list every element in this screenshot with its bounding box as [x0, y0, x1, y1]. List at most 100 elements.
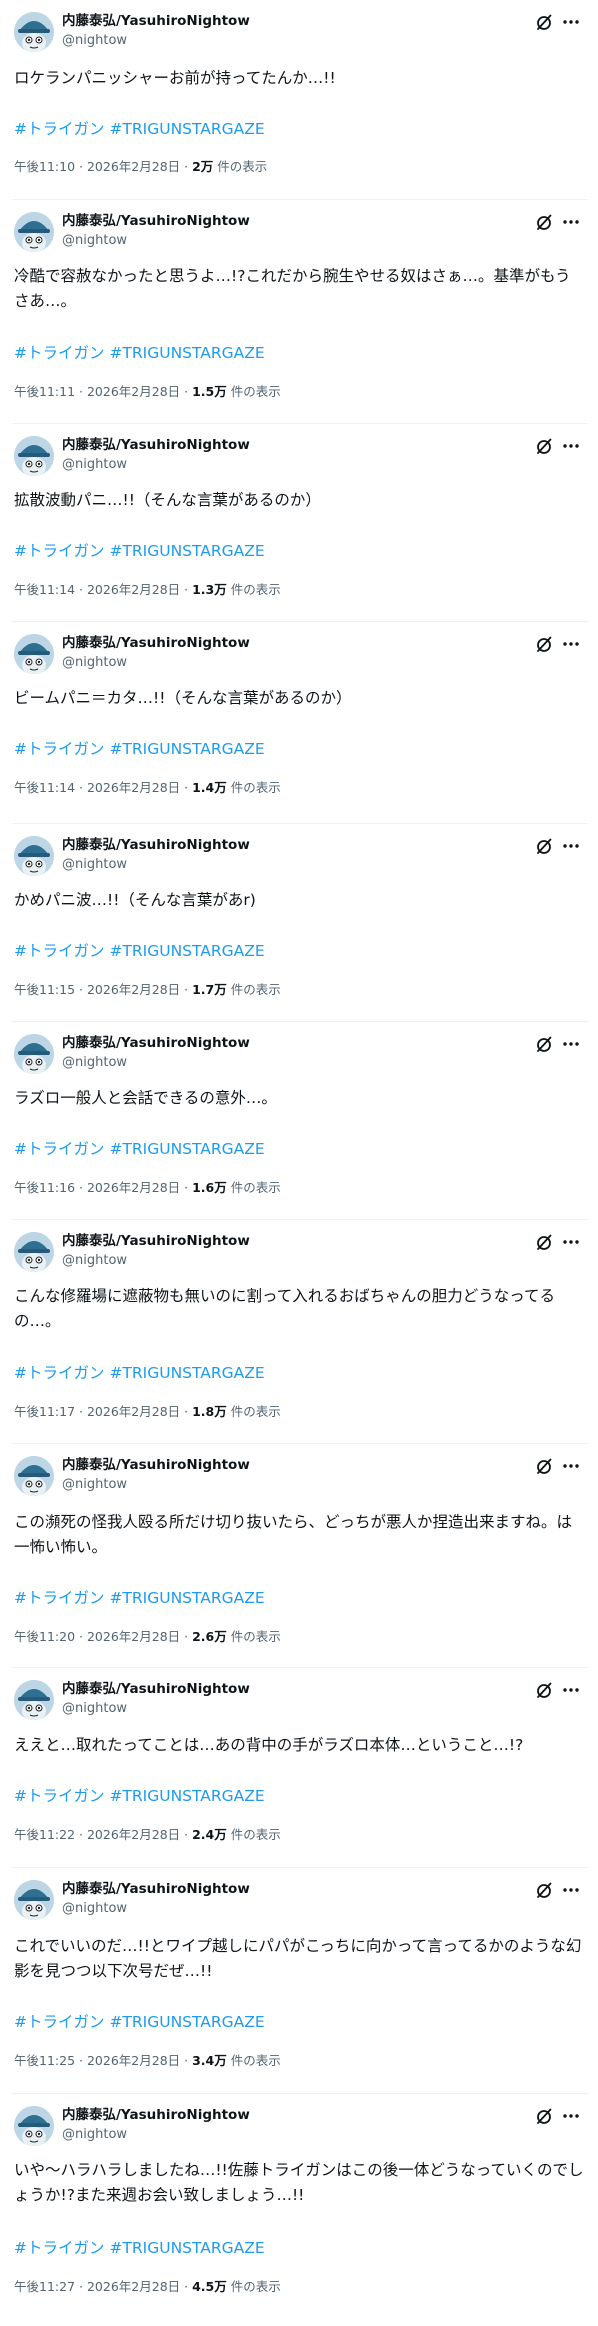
more-button[interactable] — [560, 634, 582, 654]
tweet-date[interactable]: 2026年2月28日 — [87, 780, 180, 795]
grok-button[interactable] — [534, 836, 554, 856]
tweet-time[interactable]: 午後11:14 — [14, 582, 75, 597]
display-name[interactable]: 内藤泰弘/YasuhiroNightow — [62, 2107, 250, 2124]
tweet-date[interactable]: 2026年2月28日 — [87, 582, 180, 597]
tweet-time[interactable]: 午後11:20 — [14, 1629, 75, 1644]
more-button[interactable] — [560, 12, 582, 32]
hashtag-link[interactable]: #TRIGUNSTARGAZE — [109, 120, 264, 138]
hashtag-link[interactable]: #TRIGUNSTARGAZE — [109, 2013, 264, 2031]
more-button[interactable] — [560, 1456, 582, 1476]
more-button[interactable] — [560, 1880, 582, 1900]
hashtag-link[interactable]: #トライガン — [14, 942, 105, 960]
display-name[interactable]: 内藤泰弘/YasuhiroNightow — [62, 837, 250, 854]
user-handle[interactable]: @nightow — [62, 457, 127, 473]
more-button[interactable] — [560, 836, 582, 856]
tweet-time[interactable]: 午後11:17 — [14, 1404, 75, 1419]
view-count[interactable]: 1.5万 — [192, 384, 227, 399]
view-count[interactable]: 3.4万 — [192, 2053, 227, 2068]
tweet[interactable]: 内藤泰弘/YasuhiroNightow @nightow ビームパニ＝カタ…!… — [0, 622, 598, 824]
hashtag-link[interactable]: #TRIGUNSTARGAZE — [109, 2239, 264, 2257]
grok-button[interactable] — [534, 634, 554, 654]
more-button[interactable] — [560, 1680, 582, 1700]
avatar[interactable] — [14, 1880, 54, 1920]
user-handle[interactable]: @nightow — [62, 2127, 127, 2143]
tweet[interactable]: 内藤泰弘/YasuhiroNightow @nightow かめパニ波…!!（そ… — [0, 824, 598, 1022]
view-count[interactable]: 1.8万 — [192, 1404, 227, 1419]
user-handle[interactable]: @nightow — [62, 1477, 127, 1493]
display-name[interactable]: 内藤泰弘/YasuhiroNightow — [62, 437, 250, 454]
hashtag-link[interactable]: #TRIGUNSTARGAZE — [109, 1589, 264, 1607]
hashtag-link[interactable]: #トライガン — [14, 542, 105, 560]
hashtag-link[interactable]: #トライガン — [14, 2239, 105, 2257]
more-button[interactable] — [560, 1232, 582, 1252]
tweet[interactable]: 内藤泰弘/YasuhiroNightow @nightow こんな修羅場に遮蔽物… — [0, 1220, 598, 1444]
hashtag-link[interactable]: #TRIGUNSTARGAZE — [109, 542, 264, 560]
display-name[interactable]: 内藤泰弘/YasuhiroNightow — [62, 1233, 250, 1250]
hashtag-link[interactable]: #トライガン — [14, 1140, 105, 1158]
view-count[interactable]: 1.6万 — [192, 1180, 227, 1195]
grok-button[interactable] — [534, 1232, 554, 1252]
user-handle[interactable]: @nightow — [62, 1253, 127, 1269]
display-name[interactable]: 内藤泰弘/YasuhiroNightow — [62, 213, 250, 230]
hashtag-link[interactable]: #トライガン — [14, 120, 105, 138]
view-count[interactable]: 2万 — [192, 159, 213, 174]
user-handle[interactable]: @nightow — [62, 857, 127, 873]
hashtag-link[interactable]: #TRIGUNSTARGAZE — [109, 740, 264, 758]
view-count[interactable]: 2.4万 — [192, 1827, 227, 1842]
display-name[interactable]: 内藤泰弘/YasuhiroNightow — [62, 635, 250, 652]
tweet-time[interactable]: 午後11:11 — [14, 384, 75, 399]
view-count[interactable]: 2.6万 — [192, 1629, 227, 1644]
tweet-time[interactable]: 午後11:25 — [14, 2053, 75, 2068]
tweet-date[interactable]: 2026年2月28日 — [87, 1629, 180, 1644]
display-name[interactable]: 内藤泰弘/YasuhiroNightow — [62, 1457, 250, 1474]
tweet[interactable]: 内藤泰弘/YasuhiroNightow @nightow この瀕死の怪我人殴る… — [0, 1444, 598, 1668]
grok-button[interactable] — [534, 1034, 554, 1054]
tweet-time[interactable]: 午後11:16 — [14, 1180, 75, 1195]
tweet-time[interactable]: 午後11:22 — [14, 1827, 75, 1842]
display-name[interactable]: 内藤泰弘/YasuhiroNightow — [62, 13, 250, 30]
hashtag-link[interactable]: #TRIGUNSTARGAZE — [109, 1364, 264, 1382]
more-button[interactable] — [560, 212, 582, 232]
tweet-date[interactable]: 2026年2月28日 — [87, 1827, 180, 1842]
tweet-date[interactable]: 2026年2月28日 — [87, 159, 180, 174]
display-name[interactable]: 内藤泰弘/YasuhiroNightow — [62, 1681, 250, 1698]
tweet-time[interactable]: 午後11:27 — [14, 2279, 75, 2294]
tweet-date[interactable]: 2026年2月28日 — [87, 1404, 180, 1419]
tweet-date[interactable]: 2026年2月28日 — [87, 982, 180, 997]
view-count[interactable]: 1.7万 — [192, 982, 227, 997]
user-handle[interactable]: @nightow — [62, 1901, 127, 1917]
hashtag-link[interactable]: #トライガン — [14, 2013, 105, 2031]
grok-button[interactable] — [534, 2106, 554, 2126]
user-handle[interactable]: @nightow — [62, 33, 127, 49]
avatar[interactable] — [14, 1034, 54, 1074]
tweet-date[interactable]: 2026年2月28日 — [87, 2053, 180, 2068]
more-button[interactable] — [560, 2106, 582, 2126]
tweet[interactable]: 内藤泰弘/YasuhiroNightow @nightow 拡散波動パニ…!!（… — [0, 424, 598, 622]
hashtag-link[interactable]: #TRIGUNSTARGAZE — [109, 1140, 264, 1158]
avatar[interactable] — [14, 2106, 54, 2146]
hashtag-link[interactable]: #TRIGUNSTARGAZE — [109, 1787, 264, 1805]
tweet-time[interactable]: 午後11:14 — [14, 780, 75, 795]
grok-button[interactable] — [534, 1680, 554, 1700]
grok-button[interactable] — [534, 1456, 554, 1476]
tweet[interactable]: 内藤泰弘/YasuhiroNightow @nightow これでいいのだ…!!… — [0, 1868, 598, 2094]
hashtag-link[interactable]: #トライガン — [14, 344, 105, 362]
hashtag-link[interactable]: #トライガン — [14, 1787, 105, 1805]
user-handle[interactable]: @nightow — [62, 655, 127, 671]
avatar[interactable] — [14, 1456, 54, 1496]
tweet-date[interactable]: 2026年2月28日 — [87, 384, 180, 399]
avatar[interactable] — [14, 12, 54, 52]
tweet[interactable]: 内藤泰弘/YasuhiroNightow @nightow ラズロ一般人と会話で… — [0, 1022, 598, 1220]
view-count[interactable]: 1.3万 — [192, 582, 227, 597]
hashtag-link[interactable]: #TRIGUNSTARGAZE — [109, 942, 264, 960]
hashtag-link[interactable]: #トライガン — [14, 1589, 105, 1607]
more-button[interactable] — [560, 436, 582, 456]
display-name[interactable]: 内藤泰弘/YasuhiroNightow — [62, 1035, 250, 1052]
tweet-date[interactable]: 2026年2月28日 — [87, 1180, 180, 1195]
avatar[interactable] — [14, 1232, 54, 1272]
avatar[interactable] — [14, 1680, 54, 1720]
grok-button[interactable] — [534, 12, 554, 32]
display-name[interactable]: 内藤泰弘/YasuhiroNightow — [62, 1881, 250, 1898]
tweet[interactable]: 内藤泰弘/YasuhiroNightow @nightow ロケランパニッシャー… — [0, 0, 598, 200]
avatar[interactable] — [14, 836, 54, 876]
